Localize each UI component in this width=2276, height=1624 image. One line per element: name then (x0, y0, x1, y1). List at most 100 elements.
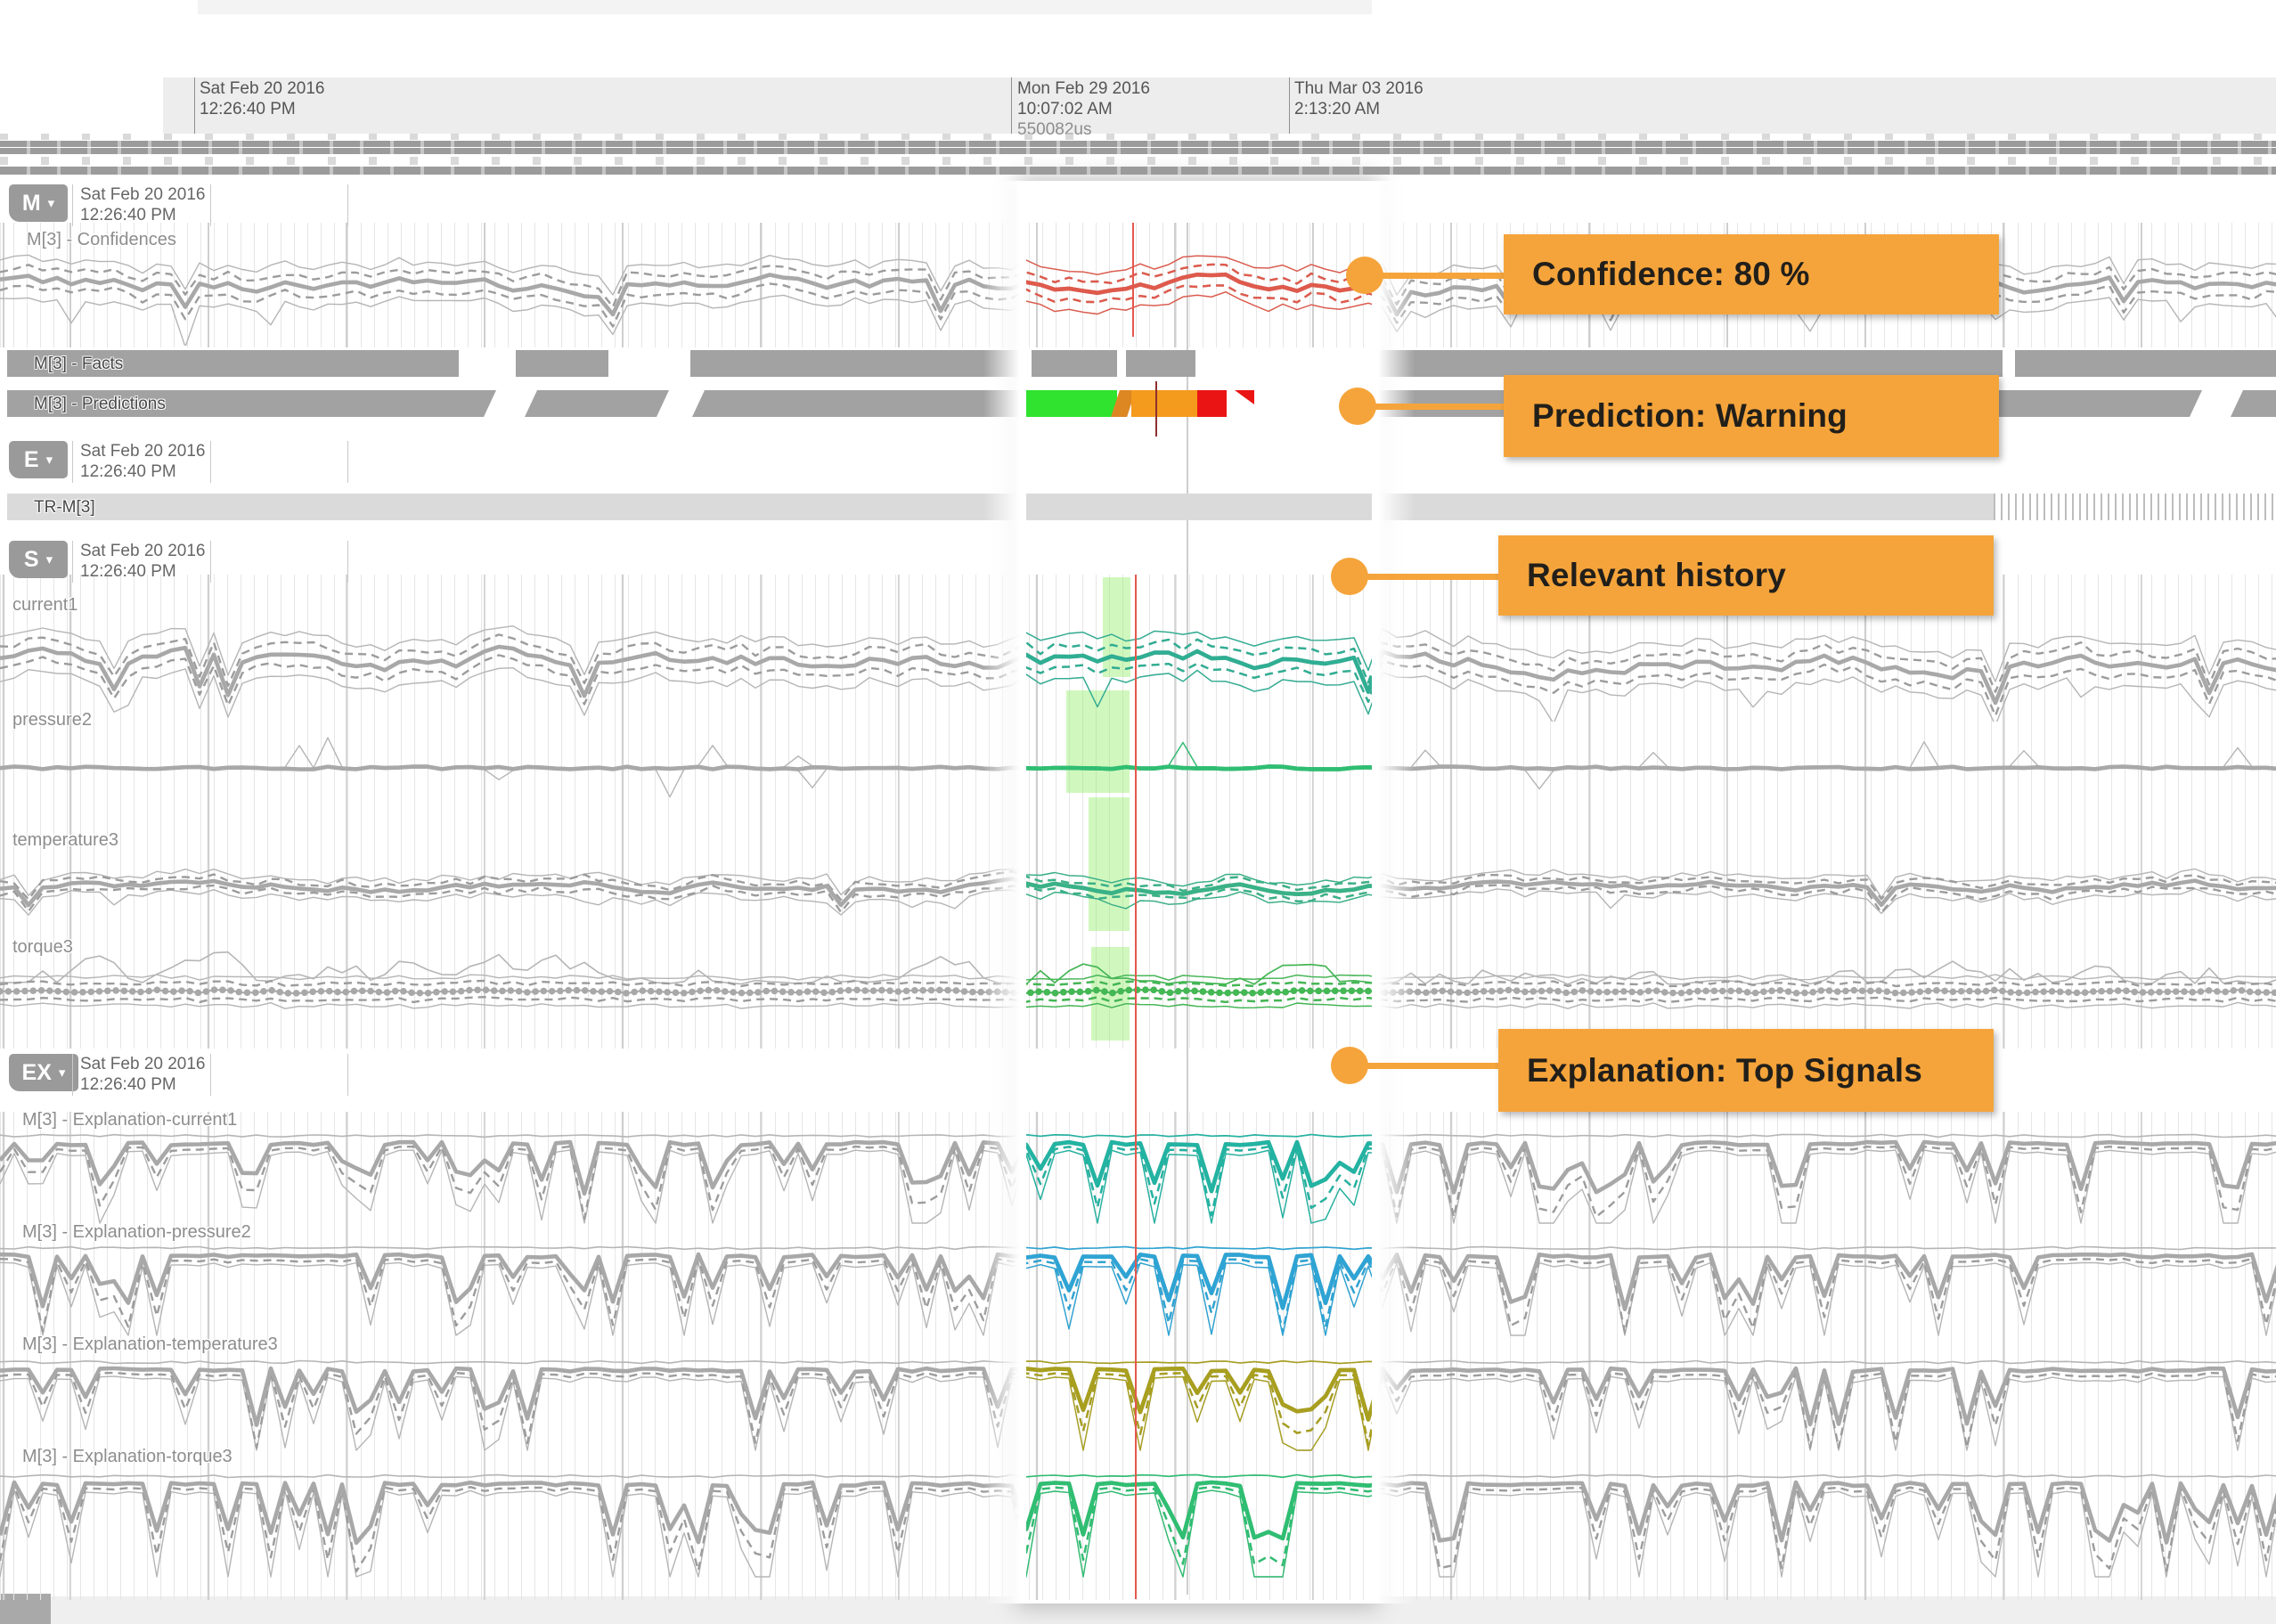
section-timestamp: Sat Feb 20 201612:26:40 PM (80, 1055, 206, 1096)
section-header-separator (210, 1054, 211, 1096)
timeline-date-line2: 10:07:02 AM (1017, 100, 1150, 120)
signal-chart-pressure2[interactable] (0, 704, 2276, 820)
signal-label-ex-temperature3: M[3] - Explanation-temperature3 (22, 1334, 278, 1355)
chevron-down-icon: ▾ (46, 551, 53, 567)
callout-connector-line (1350, 574, 1498, 580)
chevron-down-icon: ▾ (46, 452, 53, 468)
timeline-date-line2: 12:26:40 PM (200, 100, 325, 120)
signal-label-confidences: M[3] - Confidences (27, 230, 176, 250)
predictions-bar-segment[interactable] (692, 390, 1022, 417)
time-cursor-line[interactable] (1135, 575, 1137, 1599)
signal-chart-ex-torque3[interactable] (0, 1443, 2276, 1579)
timeline-header[interactable] (163, 78, 2276, 134)
tr-bar-label: TR-M[3] (34, 498, 95, 518)
signal-label-current1: current1 (12, 595, 77, 616)
section-timestamp-line: 12:26:40 PM (80, 1075, 206, 1096)
callout-box: Relevant history (1498, 535, 1994, 616)
section-header-separator (210, 184, 211, 226)
tr-bar-hatch[interactable] (1994, 494, 2276, 520)
section-header-separator (347, 441, 348, 483)
tr-bar[interactable] (7, 494, 1994, 520)
signal-chart-temperature3[interactable] (0, 824, 2276, 940)
signal-chart-ex-temperature3[interactable] (0, 1331, 2276, 1452)
signal-label-ex-current1: M[3] - Explanation-current1 (22, 1110, 237, 1130)
section-dropdown-button-ex[interactable]: EX ▾ (9, 1054, 78, 1091)
timeline-boundary-line (1289, 78, 1290, 134)
callout-box: Explanation: Top Signals (1498, 1029, 1994, 1112)
timeseries-monitoring-app: Sat Feb 20 201612:26:40 PMMon Feb 29 201… (0, 0, 2276, 1624)
timeline-date-label: Sat Feb 20 201612:26:40 PM (200, 79, 325, 120)
callout-connector-line (1365, 273, 1504, 279)
facts-bar-segment[interactable] (2015, 350, 2276, 377)
callout-box: Prediction: Warning (1504, 375, 1999, 457)
section-header-separator (72, 184, 73, 226)
signal-label-pressure2: pressure2 (12, 710, 92, 730)
prediction-state-alarm (1197, 390, 1227, 417)
facts-bar-label: M[3] - Facts (34, 355, 123, 374)
timeline-boundary-line (1011, 78, 1012, 134)
signal-chart-ex-current1[interactable] (0, 1106, 2276, 1225)
timeline-date-label: Mon Feb 29 201610:07:02 AM550082us (1017, 79, 1150, 140)
section-timestamp: Sat Feb 20 201612:26:40 PM (80, 542, 206, 583)
timeline-date-line1: Thu Mar 03 2016 (1294, 79, 1424, 100)
overview-bar-1[interactable] (0, 141, 2276, 147)
callout-dot (1331, 558, 1368, 595)
chevron-down-icon: ▾ (48, 195, 55, 211)
signal-label-ex-pressure2: M[3] - Explanation-pressure2 (22, 1222, 251, 1243)
timeline-date-line1: Sat Feb 20 2016 (200, 79, 325, 100)
predictions-bar-segment[interactable] (525, 390, 669, 417)
section-dropdown-button-s[interactable]: S▾ (9, 541, 68, 578)
section-timestamp-line: Sat Feb 20 2016 (80, 185, 206, 206)
timeline-date-line2: 2:13:20 AM (1294, 100, 1424, 120)
section-timestamp-line: 12:26:40 PM (80, 462, 206, 483)
section-header-separator (72, 541, 73, 583)
section-dropdown-button-m[interactable]: M▾ (9, 184, 68, 222)
facts-bar-segment[interactable] (1126, 350, 1195, 377)
chevron-down-icon: ▾ (59, 1065, 66, 1081)
callout-connector-line (1350, 1063, 1498, 1069)
overview-tick-row[interactable] (0, 134, 2276, 140)
section-button-label: S (24, 547, 39, 573)
time-cursor-line[interactable] (1132, 223, 1134, 337)
callout-label: Confidence: 80 % (1532, 256, 1810, 293)
overview-bar-2[interactable] (0, 148, 2276, 154)
section-header-separator (347, 184, 348, 226)
section-timestamp-line: Sat Feb 20 2016 (80, 442, 206, 462)
section-timestamp-line: Sat Feb 20 2016 (80, 1055, 206, 1075)
section-header-separator (210, 541, 211, 583)
prediction-state-warning (1131, 390, 1197, 417)
signal-label-ex-torque3: M[3] - Explanation-torque3 (22, 1447, 232, 1467)
facts-bar-segment[interactable] (516, 350, 608, 377)
section-timestamp: Sat Feb 20 201612:26:40 PM (80, 442, 206, 483)
section-header-separator (347, 541, 348, 583)
section-timestamp-line: 12:26:40 PM (80, 562, 206, 583)
callout-label: Explanation: Top Signals (1527, 1052, 1922, 1089)
facts-bar-segment[interactable] (690, 350, 1022, 377)
overview-bar-3[interactable] (0, 167, 2276, 175)
callout-box: Confidence: 80 % (1504, 234, 1999, 314)
timeline-date-label: Thu Mar 03 20162:13:20 AM (1294, 79, 1424, 120)
signal-label-temperature3: temperature3 (12, 830, 118, 851)
timeline-boundary-line (194, 78, 195, 134)
section-header-separator (210, 441, 211, 483)
top-toolbar-strip (198, 0, 1372, 14)
facts-bar-segment[interactable] (1032, 350, 1117, 377)
signal-chart-ex-pressure2[interactable] (0, 1219, 2276, 1337)
section-timestamp-line: Sat Feb 20 2016 (80, 542, 206, 562)
section-button-label: E (24, 447, 39, 473)
section-header-separator (72, 1054, 73, 1096)
section-button-label: EX (22, 1060, 52, 1086)
facts-bar-segment[interactable] (1372, 350, 2003, 377)
callout-dot (1346, 257, 1383, 294)
callout-connector-line (1358, 404, 1504, 410)
section-header-separator (347, 1054, 348, 1096)
overview-tick-row[interactable] (0, 157, 2276, 165)
section-header-separator (72, 441, 73, 483)
callout-label: Prediction: Warning (1532, 397, 1848, 435)
timeline-date-line1: Mon Feb 29 2016 (1017, 79, 1150, 100)
predictions-bar-segment[interactable] (2231, 390, 2276, 417)
prediction-state-normal (1026, 390, 1117, 417)
section-dropdown-button-e[interactable]: E▾ (9, 441, 68, 478)
section-timestamp: Sat Feb 20 201612:26:40 PM (80, 185, 206, 226)
time-cursor-line[interactable] (1155, 381, 1157, 437)
